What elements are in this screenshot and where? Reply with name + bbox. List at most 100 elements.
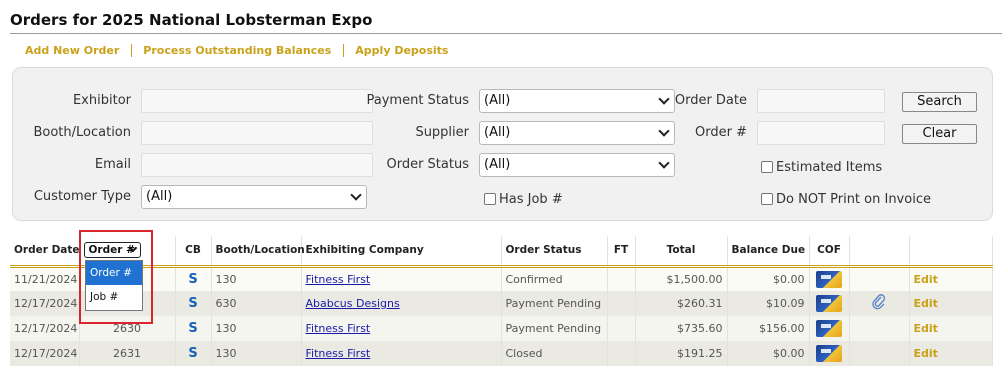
ft-cell — [607, 266, 636, 291]
company-link[interactable]: Ababcus Designs — [306, 297, 400, 310]
company-cell: Fitness First — [301, 341, 502, 366]
s-status-icon[interactable]: S — [188, 272, 197, 287]
col-company[interactable]: Exhibiting Company — [301, 236, 502, 268]
col-balance[interactable]: Balance Due — [727, 236, 810, 268]
clear-button[interactable]: Clear — [902, 124, 977, 144]
order-date-label: Order Date — [674, 93, 747, 108]
edit-link[interactable]: Edit — [914, 297, 938, 310]
credit-card-icon[interactable] — [816, 320, 842, 337]
col-total[interactable]: Total — [635, 236, 728, 268]
email-input[interactable] — [141, 153, 373, 177]
credit-card-icon[interactable] — [816, 345, 842, 362]
sort-option-order-number[interactable]: Order # — [86, 261, 142, 285]
col-actions — [909, 236, 993, 268]
order-date-input[interactable] — [757, 89, 885, 113]
has-job-checkbox[interactable]: Has Job # — [484, 189, 563, 209]
edit-cell: Edit — [909, 266, 993, 291]
booth-input[interactable] — [141, 121, 373, 145]
sort-by-select[interactable]: Order # — [83, 242, 141, 259]
order-date-cell: 12/17/2024 — [10, 341, 80, 366]
booth-cell: 130 — [211, 341, 302, 366]
process-balances-link[interactable]: Process Outstanding Balances — [143, 44, 331, 57]
estimated-items-label: Estimated Items — [776, 159, 883, 175]
table-row: 12/17/2024 2629 S 630 Ababcus Designs Pa… — [10, 291, 993, 316]
chevron-down-icon — [658, 125, 670, 137]
cb-cell: S — [175, 266, 212, 291]
checkbox-box[interactable] — [484, 193, 496, 205]
col-ft[interactable]: FT — [607, 236, 636, 268]
ft-cell — [607, 291, 636, 316]
balance-cell: $10.09 — [727, 291, 810, 316]
balance-cell: $156.00 — [727, 316, 810, 341]
col-order-date[interactable]: Order Date — [10, 236, 80, 268]
sort-by-value: Order # — [88, 244, 135, 257]
col-attachment — [849, 236, 910, 268]
chevron-down-icon — [658, 157, 670, 169]
col-status[interactable]: Order Status — [501, 236, 608, 268]
payment-status-select[interactable]: (All) — [479, 89, 675, 113]
company-link[interactable]: Fitness First — [306, 322, 371, 335]
supplier-select[interactable]: (All) — [479, 121, 675, 145]
edit-cell: Edit — [909, 291, 993, 316]
cof-cell — [809, 341, 850, 366]
edit-link[interactable]: Edit — [914, 322, 938, 335]
exhibitor-input[interactable] — [141, 89, 373, 113]
col-booth[interactable]: Booth/Location — [211, 236, 305, 268]
edit-link[interactable]: Edit — [914, 347, 938, 360]
col-cof[interactable]: COF — [809, 236, 850, 268]
company-link[interactable]: Fitness First — [306, 347, 371, 360]
filter-panel: Exhibitor Booth/Location Email Customer … — [12, 67, 993, 221]
order-status-label: Order Status — [386, 157, 469, 172]
company-link[interactable]: Fitness First — [306, 273, 371, 286]
order-number-cell: 2630 — [79, 316, 176, 341]
cof-cell — [809, 291, 850, 316]
s-status-icon[interactable]: S — [188, 346, 197, 361]
sort-by-dropdown: Order # Job # — [85, 260, 143, 311]
no-print-checkbox[interactable]: Do NOT Print on Invoice — [761, 189, 931, 209]
credit-card-icon[interactable] — [816, 270, 842, 288]
status-cell: Payment Pending — [501, 291, 608, 316]
s-status-icon[interactable]: S — [188, 321, 197, 336]
customer-type-value: (All) — [146, 189, 173, 204]
total-cell: $260.31 — [635, 291, 728, 316]
search-button[interactable]: Search — [902, 92, 977, 112]
status-cell: Closed — [501, 341, 608, 366]
order-date-cell: 12/17/2024 — [10, 291, 80, 316]
attachment-cell — [849, 316, 910, 341]
order-status-select[interactable]: (All) — [479, 153, 675, 177]
customer-type-select[interactable]: (All) — [141, 185, 367, 209]
estimated-items-checkbox[interactable]: Estimated Items — [761, 157, 882, 177]
link-separator — [343, 43, 345, 57]
company-cell: Fitness First — [301, 266, 502, 291]
paperclip-icon[interactable] — [872, 294, 886, 310]
status-cell: Confirmed — [501, 266, 608, 291]
checkbox-box[interactable] — [761, 193, 773, 205]
edit-link[interactable]: Edit — [914, 273, 938, 286]
customer-type-label: Customer Type — [33, 189, 131, 204]
cb-cell: S — [175, 291, 212, 316]
cb-cell: S — [175, 341, 212, 366]
order-number-input[interactable] — [757, 121, 885, 145]
table-row: 12/17/2024 2630 S 130 Fitness First Paym… — [10, 316, 993, 341]
checkbox-box[interactable] — [761, 161, 773, 173]
table-header-row: Order Date Order # CB Booth/Location Exh… — [10, 236, 993, 268]
payment-status-label: Payment Status — [366, 93, 469, 108]
booth-cell: 630 — [211, 291, 302, 316]
attachment-cell — [849, 266, 910, 291]
s-status-icon[interactable]: S — [188, 296, 197, 311]
credit-card-icon[interactable] — [816, 295, 842, 312]
booth-label: Booth/Location — [33, 125, 131, 140]
email-label: Email — [94, 157, 131, 172]
apply-deposits-link[interactable]: Apply Deposits — [355, 44, 448, 57]
attachment-cell — [849, 341, 910, 366]
cb-cell: S — [175, 316, 212, 341]
supplier-value: (All) — [484, 125, 511, 140]
col-cb[interactable]: CB — [175, 236, 212, 268]
total-cell: $735.60 — [635, 316, 728, 341]
sort-option-job-number[interactable]: Job # — [86, 285, 142, 309]
booth-cell: 130 — [211, 316, 302, 341]
action-links: Add New Order Process Outstanding Balanc… — [25, 43, 448, 57]
add-new-order-link[interactable]: Add New Order — [25, 44, 119, 57]
status-cell: Payment Pending — [501, 316, 608, 341]
chevron-down-icon — [658, 93, 670, 105]
